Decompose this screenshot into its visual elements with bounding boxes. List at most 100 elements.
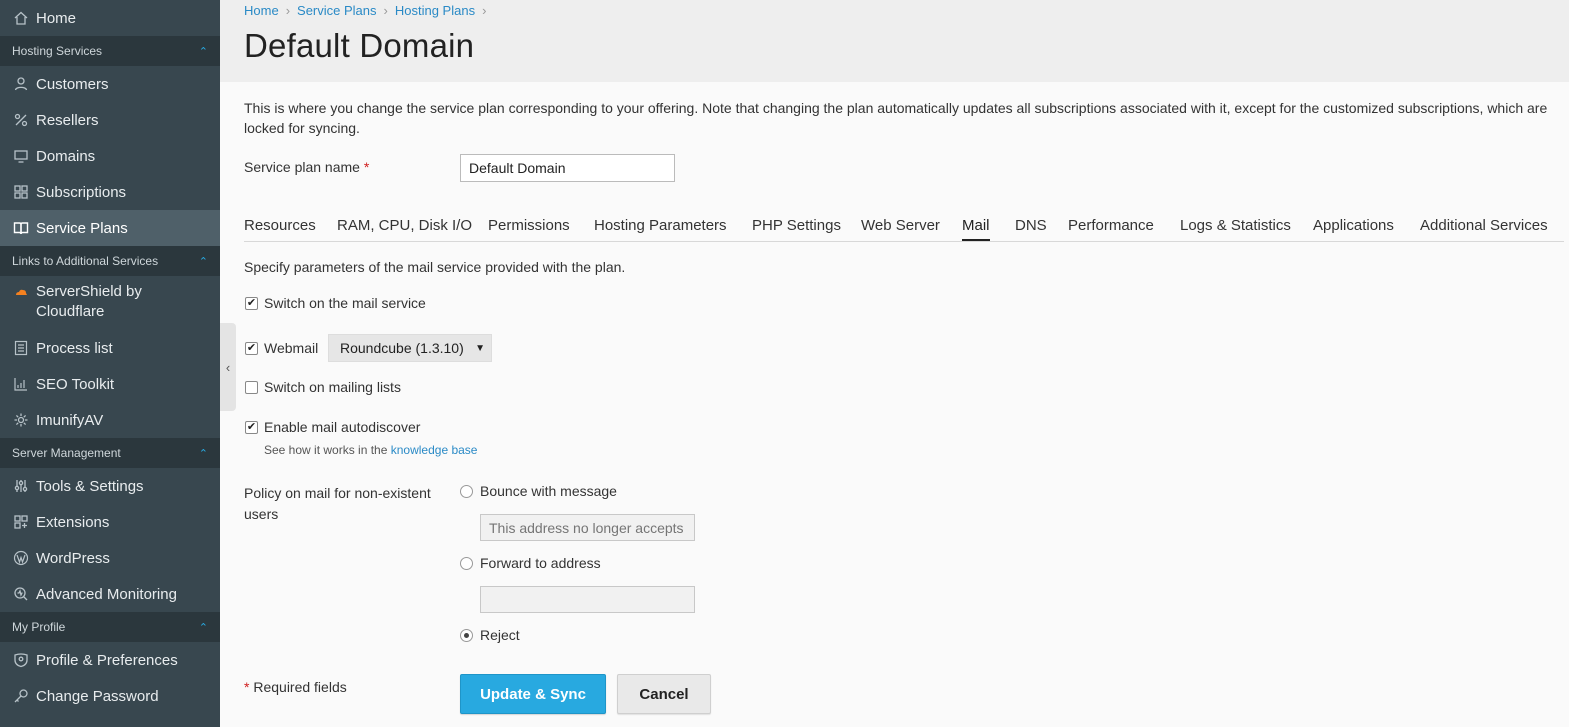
bounce-message-input[interactable] [480, 514, 695, 541]
mailing-lists-checkbox[interactable] [245, 381, 258, 394]
sidebar: Home Hosting Services ⌃ Customers Resell… [0, 0, 220, 727]
forward-radio[interactable] [460, 557, 473, 570]
sidebar-group-hosting-services[interactable]: Hosting Services ⌃ [0, 36, 220, 66]
autodiscover-checkbox[interactable]: ✔ [245, 421, 258, 434]
chevron-up-icon: ⌃ [198, 621, 208, 634]
sidebar-item-change-password[interactable]: Change Password [0, 678, 220, 714]
policy-label: Policy on mail for non-existent users [244, 483, 431, 525]
chevron-up-icon: ⌃ [198, 45, 208, 58]
knowledge-base-link[interactable]: knowledge base [391, 443, 478, 457]
chevron-up-icon: ⌃ [198, 255, 208, 268]
chevron-right-icon: › [482, 3, 487, 18]
sidebar-item-subscriptions[interactable]: Subscriptions [0, 174, 220, 210]
plan-name-input[interactable] [460, 154, 675, 182]
group-label: Links to Additional Services [12, 254, 159, 268]
tab-mail[interactable]: Mail [962, 217, 990, 241]
sidebar-group-my-profile[interactable]: My Profile ⌃ [0, 612, 220, 642]
label-line-2: Cloudflare [36, 303, 105, 320]
sidebar-item-label: Process list [36, 339, 113, 357]
sidebar-item-home[interactable]: Home [0, 0, 220, 36]
tab-bar: Resources RAM, CPU, Disk I/O Permissions… [244, 214, 1564, 242]
sidebar-item-profile-preferences[interactable]: Profile & Preferences [0, 642, 220, 678]
sidebar-item-label: Home [36, 9, 77, 27]
forward-label: Forward to address [480, 555, 601, 571]
sidebar-item-process-list[interactable]: Process list [0, 330, 220, 366]
sidebar-item-label: Advanced Monitoring [36, 585, 177, 603]
bounce-radio[interactable] [460, 485, 473, 498]
sidebar-item-extensions[interactable]: Extensions [0, 504, 220, 540]
webmail-select[interactable]: Roundcube (1.3.10) ▼ [328, 334, 492, 362]
user-icon [12, 75, 30, 93]
sidebar-item-seo-toolkit[interactable]: SEO Toolkit [0, 366, 220, 402]
sidebar-group-server-management[interactable]: Server Management ⌃ [0, 438, 220, 468]
required-fields-text: Required fields [253, 679, 347, 695]
monitoring-icon [12, 585, 30, 603]
sidebar-item-label: Profile & Preferences [36, 651, 178, 669]
chevron-right-icon: › [383, 3, 388, 18]
key-icon [12, 687, 30, 705]
sidebar-item-service-plans[interactable]: Service Plans [0, 210, 220, 246]
sidebar-item-customers[interactable]: Customers [0, 66, 220, 102]
group-label: My Profile [12, 620, 66, 634]
policy-label-line-1: Policy on mail for non-existent [244, 485, 431, 501]
switch-on-mail-checkbox[interactable]: ✔ [245, 297, 258, 310]
intro-text: This is where you change the service pla… [244, 100, 1548, 136]
sidebar-item-label: Change Password [36, 687, 159, 705]
mail-description: Specify parameters of the mail service p… [244, 259, 626, 275]
required-mark: * [363, 159, 370, 175]
breadcrumb-hosting-plans[interactable]: Hosting Plans [395, 3, 475, 18]
tab-web-server[interactable]: Web Server [861, 217, 940, 234]
autodiscover-label: Enable mail autodiscover [264, 419, 421, 435]
required-mark: * [244, 679, 250, 695]
home-icon [12, 9, 30, 27]
policy-label-line-2: users [244, 506, 279, 522]
sliders-icon [12, 477, 30, 495]
sidebar-item-tools-settings[interactable]: Tools & Settings [0, 468, 220, 504]
plan-name-label: Service plan name * [244, 159, 369, 175]
breadcrumb-service-plans[interactable]: Service Plans [297, 3, 376, 18]
sidebar-item-label: Subscriptions [36, 183, 127, 201]
chart-icon [12, 375, 30, 393]
webmail-checkbox[interactable]: ✔ [245, 342, 258, 355]
tab-permissions[interactable]: Permissions [488, 217, 570, 234]
sidebar-item-resellers[interactable]: Resellers [0, 102, 220, 138]
sidebar-item-label: Domains [36, 147, 96, 165]
required-fields-note: * Required fields [244, 679, 347, 695]
reject-radio[interactable] [460, 629, 473, 642]
sidebar-item-label: ServerShield by Cloudflare [36, 282, 142, 322]
sidebar-item-wordpress[interactable]: WordPress [0, 540, 220, 576]
breadcrumb-home[interactable]: Home [244, 3, 279, 18]
tab-additional-services[interactable]: Additional Services [1420, 217, 1548, 234]
sidebar-item-label: Customers [36, 75, 109, 93]
chevron-right-icon: › [285, 3, 291, 18]
monitor-icon [12, 147, 30, 165]
forward-address-input[interactable] [480, 586, 695, 613]
gear-icon [12, 411, 30, 429]
sidebar-collapse-handle[interactable]: ‹ [220, 323, 236, 411]
percent-icon [12, 111, 30, 129]
tab-logs-statistics[interactable]: Logs & Statistics [1180, 217, 1291, 234]
sidebar-item-label: Extensions [36, 513, 110, 531]
cancel-button[interactable]: Cancel [617, 674, 711, 714]
tab-hosting-parameters[interactable]: Hosting Parameters [594, 217, 727, 234]
sidebar-item-imunifyav[interactable]: ImunifyAV [0, 402, 220, 438]
update-sync-button[interactable]: Update & Sync [460, 674, 606, 714]
sidebar-group-links[interactable]: Links to Additional Services ⌃ [0, 246, 220, 276]
autodiscover-hint: See how it works in the knowledge base [264, 443, 477, 457]
bounce-label: Bounce with message [480, 483, 617, 499]
tab-performance[interactable]: Performance [1068, 217, 1154, 234]
group-label: Hosting Services [12, 44, 103, 58]
profile-icon [12, 651, 30, 669]
sidebar-item-servershield[interactable]: ServerShield by Cloudflare [0, 276, 220, 330]
tab-resources[interactable]: Resources [244, 217, 316, 234]
sidebar-item-label: ImunifyAV [36, 411, 104, 429]
tab-applications[interactable]: Applications [1313, 217, 1394, 234]
tab-ram-cpu-disk[interactable]: RAM, CPU, Disk I/O [337, 217, 472, 234]
chevron-left-icon: ‹ [225, 359, 231, 375]
tab-php-settings[interactable]: PHP Settings [752, 217, 841, 234]
caret-down-icon: ▼ [475, 342, 485, 354]
sidebar-item-advanced-monitoring[interactable]: Advanced Monitoring [0, 576, 220, 612]
sidebar-item-label: SEO Toolkit [36, 375, 115, 393]
tab-dns[interactable]: DNS [1015, 217, 1047, 234]
sidebar-item-domains[interactable]: Domains [0, 138, 220, 174]
